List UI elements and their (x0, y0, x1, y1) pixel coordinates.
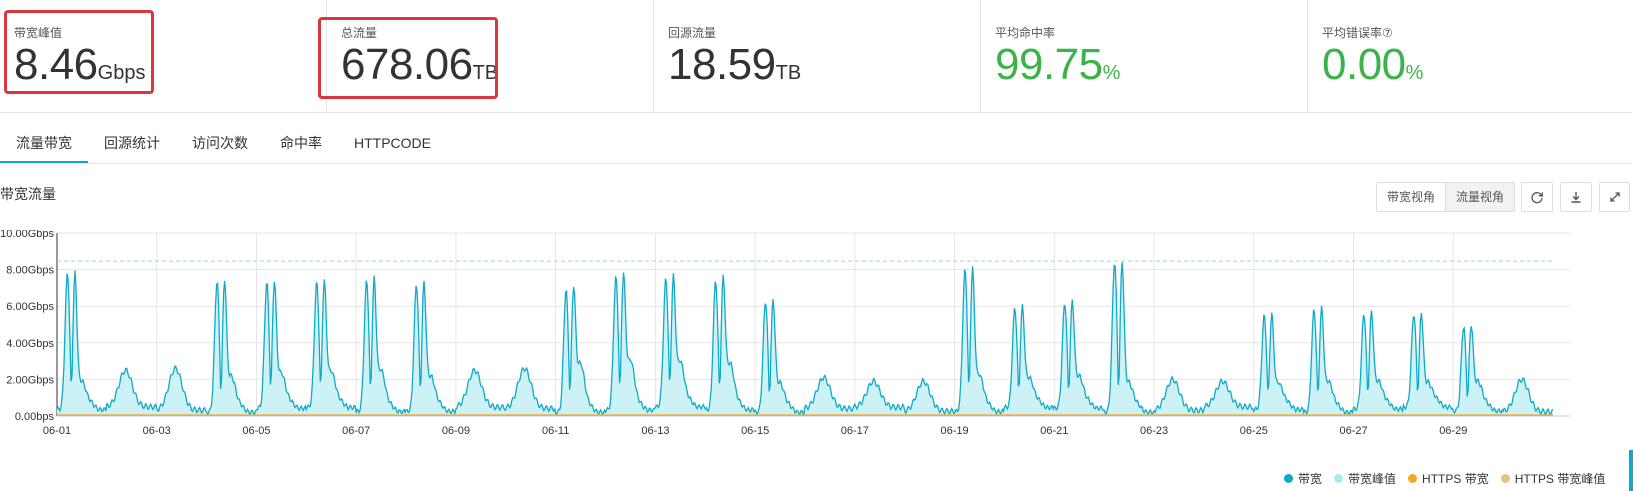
x-tick-label: 06-03 (143, 425, 171, 437)
x-tick-label: 06-25 (1240, 425, 1268, 437)
legend-label: 带宽峰值 (1348, 472, 1397, 486)
download-icon (1571, 192, 1581, 203)
x-tick-label: 06-01 (43, 425, 71, 437)
legend-item-https-bandwidth[interactable]: HTTPS 带宽 (1408, 470, 1489, 487)
x-tick-label: 06-09 (442, 425, 470, 437)
highlight-box-total-traffic (318, 17, 498, 99)
section-title: 带宽流量 (0, 186, 56, 202)
x-tick-label: 06-11 (542, 425, 569, 437)
legend-dot (1284, 474, 1293, 483)
tab-origin-stats[interactable]: 回源统计 (88, 128, 176, 164)
legend-item-bandwidth-peak[interactable]: 带宽峰值 (1334, 470, 1396, 487)
bandwidth-view-button[interactable]: 带宽视角 (1377, 183, 1446, 211)
stat-unit: % (1102, 62, 1121, 84)
stat-hit-rate: 平均命中率 99.75% (981, 0, 1308, 113)
fullscreen-button[interactable] (1599, 182, 1630, 212)
tab-divider (0, 163, 1633, 164)
bandwidth-chart: 0.00bps 2.00Gbps 4.00Gbps 6.00Gbps 8.00Gbps 1… (0, 230, 1570, 437)
x-tick-label: 06-23 (1140, 425, 1168, 437)
y-tick-label: 10.00Gbps (0, 230, 54, 240)
stat-label: 平均命中率 (995, 26, 1056, 40)
x-tick-label: 06-29 (1439, 425, 1467, 437)
stat-number: 99.75 (995, 40, 1103, 89)
y-tick-label: 6.00Gbps (6, 301, 54, 313)
tab-bandwidth-traffic[interactable]: 流量带宽 (0, 128, 88, 164)
refresh-button[interactable] (1521, 182, 1553, 212)
legend-item-bandwidth[interactable]: 带宽 (1284, 470, 1322, 487)
y-tick-label: 8.00Gbps (6, 265, 54, 277)
x-tick-label: 06-05 (242, 425, 270, 437)
stat-unit: TB (775, 62, 802, 84)
view-toggle: 带宽视角 流量视角 (1376, 182, 1516, 212)
y-tick-label: 0.00bps (15, 411, 55, 423)
x-tick-label: 06-19 (941, 425, 969, 437)
stat-error-rate: 平均错误率⑦ 0.00% (1308, 0, 1633, 113)
legend-label: HTTPS 带宽峰值 (1514, 472, 1606, 486)
legend-label: HTTPS 带宽 (1422, 472, 1489, 486)
x-tick-label: 06-15 (741, 425, 769, 437)
stat-value: 0.00% (1322, 40, 1423, 98)
y-tick-label: 4.00Gbps (6, 338, 54, 350)
tab-bar: 流量带宽 回源统计 访问次数 命中率 HTTPCODE (0, 128, 447, 164)
stat-number: 0.00 (1322, 40, 1406, 89)
traffic-view-button[interactable]: 流量视角 (1445, 183, 1515, 211)
x-tick-label: 06-13 (641, 425, 669, 437)
download-button[interactable] (1560, 182, 1592, 212)
stat-number: 18.59 (668, 40, 776, 89)
stat-value: 18.59TB (668, 40, 801, 98)
y-tick-label: 2.00Gbps (6, 374, 54, 386)
stat-label: 平均错误率⑦ (1322, 26, 1393, 40)
tab-httpcode[interactable]: HTTPCODE (338, 128, 447, 164)
legend-dot (1334, 474, 1344, 483)
tab-visit-count[interactable]: 访问次数 (176, 128, 264, 164)
chart-legend: 带宽 带宽峰值 HTTPS 带宽 HTTPS 带宽峰值 (1284, 470, 1617, 487)
scrollbar-thumb[interactable] (1629, 450, 1633, 491)
tab-hit-rate[interactable]: 命中率 (264, 128, 338, 164)
legend-dot (1408, 474, 1418, 483)
legend-dot (1500, 474, 1510, 483)
stat-origin-traffic: 回源流量 18.59TB (654, 0, 981, 113)
refresh-icon (1531, 192, 1543, 204)
legend-item-https-peak[interactable]: HTTPS 带宽峰值 (1500, 470, 1606, 487)
x-tick-label: 06-27 (1339, 425, 1367, 437)
x-tick-label: 06-07 (342, 425, 370, 437)
stat-value: 99.75% (995, 40, 1120, 98)
expand-icon (1609, 192, 1620, 202)
highlight-box-peak-bandwidth (4, 10, 154, 94)
x-tick-label: 06-21 (1040, 425, 1068, 437)
stat-unit: % (1405, 62, 1424, 84)
x-tick-label: 06-17 (841, 425, 869, 437)
bandwidth-area (57, 262, 1553, 416)
stats-row: 带宽峰值 8.46Gbps 总流量 678.06TB 回源流量 18.59TB … (0, 0, 1633, 113)
stat-label: 回源流量 (668, 26, 717, 40)
legend-label: 带宽 (1298, 472, 1323, 486)
